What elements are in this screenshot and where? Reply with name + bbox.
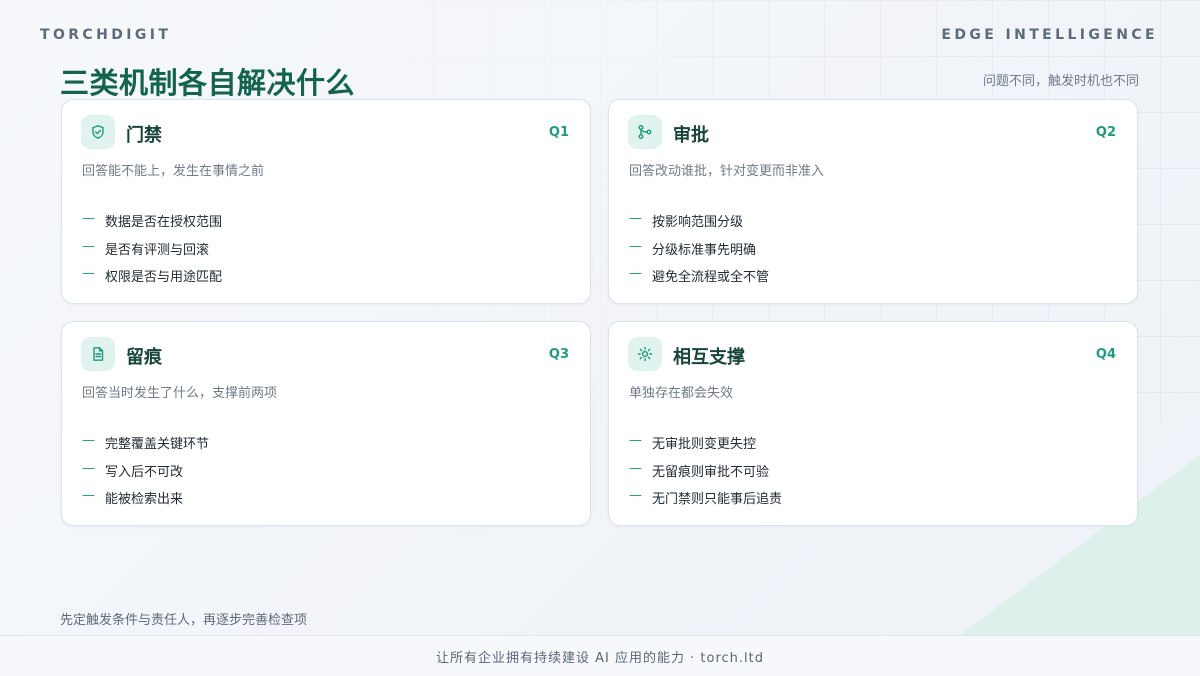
list-item: — 无审批则变更失控 (629, 433, 782, 461)
card-list: — 无审批则变更失控 — 无留痕则审批不可验 — 无门禁则只能事后追责 (629, 433, 782, 516)
card-tag: Q3 (548, 347, 569, 362)
dash-icon: — (82, 488, 95, 503)
footer-text: 让所有企业拥有持续建设 AI 应用的能力 · torch.ltd (436, 650, 764, 666)
card-mutual-support: 相互支撑 Q4 单独存在都会失效 — 无审批则变更失控 — 无留痕则审批不可验 — 无… (608, 321, 1138, 526)
list-item-text: 按影响范围分级 (652, 215, 744, 230)
list-item-text: 是否有评测与回滚 (105, 242, 210, 258)
list-item-text: 无留痕则审批不可验 (652, 464, 770, 480)
list-item: — 能被检索出来 (82, 488, 209, 516)
list-item-text: 无审批则变更失控 (652, 437, 757, 452)
card-list: — 按影响范围分级 — 分级标准事先明确 — 避免全流程或全不管 (629, 211, 769, 294)
dash-icon: — (629, 433, 642, 448)
list-item: — 写入后不可改 (82, 461, 209, 489)
card-audit-trail: 留痕 Q3 回答当时发生了什么，支撑前两项 — 完整覆盖关键环节 — 写入后不可改 … (61, 321, 591, 526)
card-list: — 数据是否在授权范围 — 是否有评测与回滚 — 权限是否与用途匹配 (82, 211, 222, 294)
list-item-text: 无门禁则只能事后追责 (652, 492, 783, 507)
card-title: 留痕 (126, 347, 162, 368)
list-item-text: 权限是否与用途匹配 (105, 270, 223, 285)
dash-icon: — (629, 211, 642, 226)
list-item: — 数据是否在授权范围 (82, 211, 222, 239)
card-description: 回答当时发生了什么，支撑前两项 (82, 386, 278, 401)
dash-icon: — (629, 460, 642, 476)
list-item: — 无门禁则只能事后追责 (629, 488, 782, 516)
edge-intelligence-label: EDGE INTELLIGENCE (941, 27, 1158, 43)
list-item: — 按影响范围分级 (629, 211, 769, 239)
card-tag: Q4 (1095, 347, 1116, 362)
list-item-text: 能被检索出来 (105, 492, 184, 507)
list-item: — 是否有评测与回滚 (82, 239, 222, 267)
dash-icon: — (82, 433, 95, 448)
list-item-text: 避免全流程或全不管 (652, 270, 770, 285)
dash-icon: — (629, 238, 642, 254)
list-item: — 权限是否与用途匹配 (82, 266, 222, 294)
dash-icon: — (629, 488, 642, 503)
dash-icon: — (82, 211, 95, 226)
shield-check-icon (81, 115, 115, 149)
page-subtitle: 问题不同，触发时机也不同 (982, 74, 1139, 89)
list-item: — 完整覆盖关键环节 (82, 433, 209, 461)
card-description: 回答能不能上，发生在事情之前 (82, 164, 265, 179)
list-item-text: 数据是否在授权范围 (105, 215, 223, 230)
card-list: — 完整覆盖关键环节 — 写入后不可改 — 能被检索出来 (82, 433, 209, 516)
card-description: 回答改动谁批，针对变更而非准入 (629, 164, 825, 179)
card-gate: 门禁 Q1 回答能不能上，发生在事情之前 — 数据是否在授权范围 — 是否有评测与回… (61, 99, 591, 304)
list-item: — 无留痕则审批不可验 (629, 461, 782, 489)
list-item-text: 写入后不可改 (105, 464, 184, 480)
dash-icon: — (629, 266, 642, 281)
list-item: — 分级标准事先明确 (629, 239, 769, 267)
card-tag: Q2 (1095, 125, 1116, 140)
card-title: 相互支撑 (673, 347, 745, 368)
dash-icon: — (82, 266, 95, 281)
footer-bar: 让所有企业拥有持续建设 AI 应用的能力 · torch.ltd (0, 635, 1200, 676)
sun-icon (628, 337, 662, 371)
bottom-note: 先定触发条件与责任人，再逐步完善检查项 (60, 613, 308, 628)
page-title: 三类机制各自解决什么 (60, 66, 356, 100)
list-item: — 避免全流程或全不管 (629, 266, 769, 294)
list-item-text: 完整覆盖关键环节 (105, 437, 210, 452)
workflow-branch-icon (628, 115, 662, 149)
list-item-text: 分级标准事先明确 (652, 242, 757, 258)
card-description: 单独存在都会失效 (629, 386, 734, 401)
brand-logo-text: TORCHDIGIT (40, 27, 172, 43)
document-icon (81, 337, 115, 371)
card-approval: 审批 Q2 回答改动谁批，针对变更而非准入 — 按影响范围分级 — 分级标准事先明确… (608, 99, 1138, 304)
card-tag: Q1 (548, 125, 569, 140)
dash-icon: — (82, 460, 95, 476)
dash-icon: — (82, 238, 95, 254)
card-title: 审批 (673, 125, 709, 146)
card-title: 门禁 (126, 125, 162, 146)
